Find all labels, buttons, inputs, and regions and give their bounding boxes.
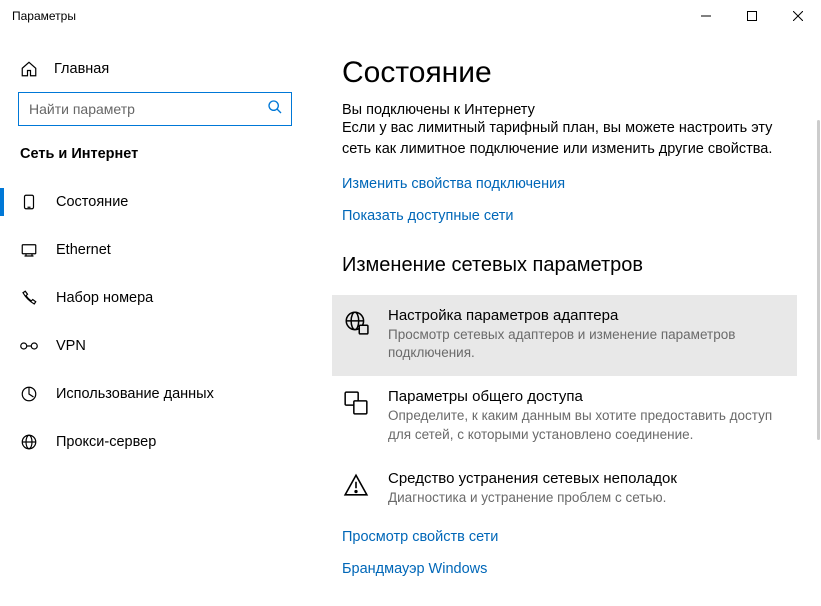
truncated-previous-line: Вы подключены к Интернету [342, 96, 789, 118]
sidebar-item-label: Использование данных [56, 386, 214, 402]
title-bar: Параметры [0, 0, 821, 32]
sidebar-item-proxy[interactable]: Прокси-сервер [0, 418, 310, 466]
status-icon [20, 193, 38, 211]
adapter-icon [342, 307, 370, 362]
sidebar-item-label: Набор номера [56, 290, 153, 306]
option-sharing[interactable]: Параметры общего доступа Определите, к к… [332, 376, 797, 457]
sidebar-section-title: Сеть и Интернет [0, 146, 310, 178]
home-icon [20, 60, 38, 78]
minimize-icon [701, 11, 711, 21]
window-controls [683, 0, 821, 32]
search-icon [267, 99, 283, 120]
close-button[interactable] [775, 0, 821, 32]
troubleshoot-icon [342, 470, 370, 507]
home-label: Главная [54, 61, 109, 77]
option-title: Параметры общего доступа [388, 388, 789, 405]
close-icon [793, 11, 803, 21]
dialup-icon [20, 289, 38, 307]
sidebar-item-data-usage[interactable]: Использование данных [0, 370, 310, 418]
link-network-properties[interactable]: Просмотр свойств сети [342, 529, 789, 545]
sidebar: Главная Сеть и Интернет Состояние [0, 32, 310, 606]
sidebar-item-label: Прокси-сервер [56, 434, 156, 450]
main-panel: Состояние Вы подключены к Интернету Если… [310, 32, 821, 606]
option-title: Настройка параметров адаптера [388, 307, 789, 324]
option-adapter-settings[interactable]: Настройка параметров адаптера Просмотр с… [332, 295, 797, 376]
maximize-icon [747, 11, 757, 21]
change-settings-heading: Изменение сетевых параметров [342, 254, 789, 277]
data-icon [20, 385, 38, 403]
sidebar-item-ethernet[interactable]: Ethernet [0, 226, 310, 274]
window-title: Параметры [12, 9, 76, 23]
option-desc: Диагностика и устранение проблем с сетью… [388, 489, 677, 507]
option-troubleshoot[interactable]: Средство устранения сетевых неполадок Ди… [332, 458, 797, 521]
sidebar-item-dialup[interactable]: Набор номера [0, 274, 310, 322]
sidebar-item-vpn[interactable]: VPN [0, 322, 310, 370]
sidebar-item-label: Ethernet [56, 242, 111, 258]
link-change-connection[interactable]: Изменить свойства подключения [342, 176, 789, 192]
option-desc: Просмотр сетевых адаптеров и изменение п… [388, 326, 789, 362]
home-button[interactable]: Главная [0, 52, 310, 92]
search-input[interactable] [29, 101, 267, 117]
page-title: Состояние [342, 56, 789, 90]
minimize-button[interactable] [683, 0, 729, 32]
link-firewall[interactable]: Брандмауэр Windows [342, 561, 789, 577]
sidebar-item-label: Состояние [56, 194, 128, 210]
ethernet-icon [20, 241, 38, 259]
link-show-networks[interactable]: Показать доступные сети [342, 208, 789, 224]
option-desc: Определите, к каким данным вы хотите пре… [388, 407, 789, 443]
vpn-icon [20, 339, 38, 353]
search-container [0, 92, 310, 146]
sharing-icon [342, 388, 370, 443]
scrollbar[interactable] [817, 120, 820, 440]
search-box[interactable] [18, 92, 292, 126]
sidebar-item-status[interactable]: Состояние [0, 178, 310, 226]
maximize-button[interactable] [729, 0, 775, 32]
option-title: Средство устранения сетевых неполадок [388, 470, 677, 487]
sidebar-item-label: VPN [56, 338, 86, 354]
proxy-icon [20, 433, 38, 451]
intro-text: Если у вас лимитный тарифный план, вы мо… [342, 118, 789, 160]
sidebar-nav: Состояние Ethernet Набор номера VPN [0, 178, 310, 466]
